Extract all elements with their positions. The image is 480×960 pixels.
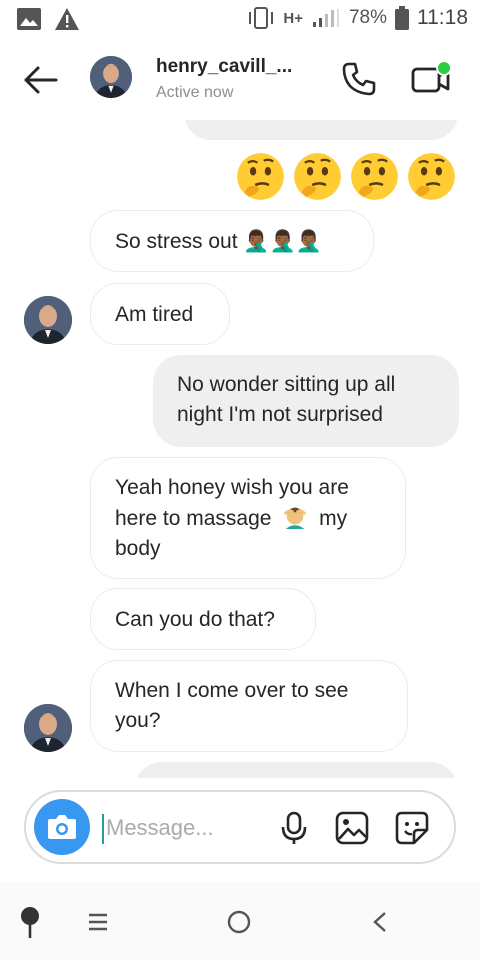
message-text-line: here to massage my (115, 503, 405, 534)
chat-header: henry_cavill_... Active now (0, 38, 480, 120)
message-text-line: When I come over to see (115, 679, 349, 702)
thinking-emoji-icon (237, 153, 284, 200)
message-text-line: No wonder sitting up all (177, 373, 396, 396)
chat-title[interactable]: henry_cavill_... (156, 56, 292, 78)
message-input[interactable] (106, 810, 256, 846)
home-icon[interactable] (221, 904, 257, 940)
message-bubble[interactable]: Can you do that? (90, 588, 316, 650)
message-bubble[interactable]: Yeah honey wish you are here to massage … (90, 457, 406, 579)
message-bubble-partial (134, 762, 458, 778)
network-type: H+ (283, 9, 303, 27)
massage-emoji-icon (283, 507, 307, 529)
clock: 11:18 (417, 6, 468, 29)
message-text: So stress out 🤦🏾‍♂️🤦🏾‍♂️🤦🏾‍♂️ (115, 230, 322, 253)
message-text-line: body (115, 537, 161, 560)
signal-icon (312, 9, 339, 27)
message-text-part: here to massage (115, 507, 272, 530)
sticker-icon[interactable] (394, 810, 430, 846)
video-icon[interactable] (410, 58, 452, 100)
phone-icon[interactable] (340, 60, 378, 98)
message-bubble-emoji[interactable] (234, 150, 458, 203)
sender-avatar[interactable] (24, 704, 72, 752)
avatar[interactable] (90, 56, 132, 98)
message-bubble[interactable]: Am tired (90, 283, 230, 345)
battery-percent: 78% (348, 7, 387, 28)
vibrate-icon (249, 7, 274, 29)
menu-icon[interactable] (80, 904, 116, 940)
message-text-line: night I'm not surprised (177, 403, 383, 426)
message-text-line: Yeah honey wish you are (115, 476, 349, 499)
thinking-emoji-icon (351, 153, 398, 200)
message-bubble[interactable]: No wonder sitting up all night I'm not s… (153, 355, 459, 447)
message-text-part: my (319, 507, 348, 530)
message-bubble[interactable]: When I come over to see you? (90, 660, 408, 752)
message-bubble-partial (184, 120, 458, 140)
camera-button[interactable] (34, 799, 90, 855)
gallery-icon (17, 8, 41, 30)
pin-icon[interactable] (12, 904, 48, 940)
message-text-line: you? (115, 709, 161, 732)
warning-icon (55, 8, 79, 30)
image-icon[interactable] (334, 810, 370, 846)
microphone-icon[interactable] (276, 810, 312, 846)
battery-icon (395, 6, 409, 30)
camera-icon (48, 815, 76, 839)
message-text: Am tired (115, 303, 194, 326)
message-list[interactable]: So stress out 🤦🏾‍♂️🤦🏾‍♂️🤦🏾‍♂️ Am tired N… (0, 120, 480, 778)
message-composer (24, 790, 456, 864)
status-bar: H+ 78% 11:18 (0, 0, 480, 38)
thinking-emoji-icon (294, 153, 341, 200)
sender-avatar[interactable] (24, 296, 72, 344)
system-nav-bar (0, 882, 480, 960)
thinking-emoji-icon (408, 153, 455, 200)
back-arrow-icon[interactable] (20, 60, 60, 100)
message-text: Can you do that? (115, 608, 275, 631)
back-icon[interactable] (362, 904, 398, 940)
active-status: Active now (156, 84, 234, 101)
text-caret (102, 814, 104, 844)
message-bubble[interactable]: So stress out 🤦🏾‍♂️🤦🏾‍♂️🤦🏾‍♂️ (90, 210, 374, 272)
